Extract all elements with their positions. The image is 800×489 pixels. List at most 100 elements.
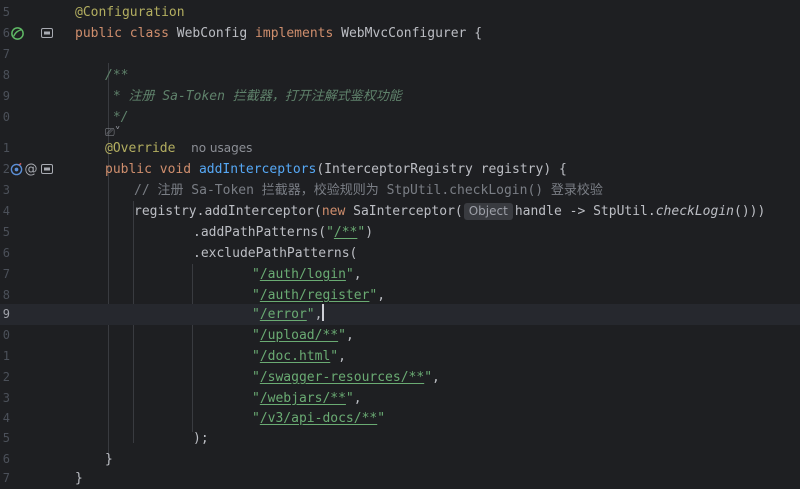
closing-brace: } [75, 471, 83, 486]
code-text: SaInterceptor( [345, 204, 463, 219]
implements-icon[interactable] [40, 162, 54, 176]
interface-name: WebMvcConfigurer [341, 26, 467, 41]
code-line[interactable]: 6 } [0, 449, 800, 470]
string-literal[interactable]: /** [334, 225, 357, 240]
code-line[interactable]: 5 ); [0, 428, 800, 449]
code-text: .excludePathPatterns( [193, 246, 358, 261]
parameter-hint: Object [463, 203, 513, 220]
code-line[interactable]: 4 "/v3/api-docs/**" [0, 408, 800, 429]
code-line[interactable]: 2 "/swagger-resources/**", [0, 367, 800, 388]
doc-comment: 拦截器，打开注解式鉴权功能 [224, 89, 402, 104]
code-text: , [353, 391, 362, 406]
code-editor[interactable]: 5 @Configuration 6 public class WebConfi… [0, 0, 800, 486]
string-quote: " [345, 267, 354, 282]
line-number: 1 [2, 349, 10, 363]
string-literal[interactable]: /auth/login [260, 267, 346, 282]
string-literal[interactable]: /auth/register [260, 288, 370, 303]
code-text: ())) [734, 204, 766, 219]
code-line[interactable]: 5 .addPathPatterns("/**") [0, 222, 800, 243]
line-number: 3 [2, 183, 10, 197]
spring-bean-icon[interactable] [9, 25, 25, 41]
line-number: 2 [2, 370, 10, 384]
code-line[interactable]: 2 @ public void addInterceptors(Intercep… [0, 159, 800, 180]
code-line[interactable]: 4 registry.addInterceptor(new SaIntercep… [0, 201, 800, 222]
code-line[interactable]: 0 "/upload/**", [0, 325, 800, 346]
line-number: 6 [2, 246, 10, 260]
line-number: 3 [2, 391, 10, 405]
line-comment: // 注册 Sa-Token 拦截器，校验规则为 StpUtil.checkLo… [134, 183, 603, 198]
doc-comment: /** [105, 68, 129, 83]
override-icon[interactable] [9, 162, 23, 176]
code-line[interactable]: 6 public class WebConfig implements WebM… [0, 23, 800, 44]
code-line-current[interactable]: 9 "/error", [0, 304, 800, 325]
line-number: 9 [2, 307, 10, 321]
string-quote: " [252, 370, 260, 385]
code-line[interactable]: 1 "/doc.html", [0, 346, 800, 367]
keyword: implements [255, 26, 334, 41]
string-literal[interactable]: /webjars/** [260, 391, 346, 406]
line-number: 6 [2, 452, 10, 466]
code-text: handle -> StpUtil. [514, 204, 656, 219]
string-literal[interactable]: /upload/** [260, 328, 338, 343]
code-line[interactable]: 7 "/auth/login", [0, 264, 800, 285]
code-line[interactable]: 8 /** [0, 65, 800, 86]
string-literal[interactable]: /doc.html [260, 349, 330, 364]
string-literal[interactable]: /v3/api-docs/** [260, 411, 377, 426]
code-text: , [353, 267, 362, 282]
code-text: , [314, 307, 323, 322]
line-number: 5 [2, 225, 10, 239]
brace: { [474, 26, 483, 41]
closing-brace: } [105, 452, 113, 467]
code-line[interactable]: 7 [0, 44, 800, 65]
string-quote: " [424, 370, 433, 385]
code-text: , [377, 288, 386, 303]
line-number: 5 [2, 431, 10, 445]
keyword: class [129, 26, 169, 41]
code-line[interactable]: 7 } [0, 468, 800, 486]
implements-icon[interactable] [40, 26, 54, 40]
doc-comment: */ [105, 110, 129, 125]
text-caret [322, 304, 325, 321]
doc-comment: * 注册 [105, 89, 163, 104]
usages-hint[interactable]: no usages [191, 141, 252, 155]
method-name: addInterceptors [198, 162, 317, 177]
code-line[interactable]: 3 "/webjars/**", [0, 388, 800, 409]
code-text: ) [365, 225, 374, 240]
method-signature: (InterceptorRegistry registry) { [316, 162, 567, 177]
keyword: public [75, 26, 122, 41]
string-quote: " [252, 349, 260, 364]
code-text: , [338, 349, 346, 364]
line-number: 7 [2, 47, 10, 61]
code-line[interactable]: 9 * 注册 Sa-Token 拦截器，打开注解式鉴权功能 [0, 86, 800, 107]
string-quote: " [306, 307, 315, 322]
line-number: 5 [2, 5, 10, 19]
reader-mode-hint-icon[interactable]: ⎚˅ [105, 125, 121, 139]
line-number: 1 [2, 141, 10, 155]
string-quote: " [330, 349, 339, 364]
code-line[interactable]: 5 @Configuration [0, 2, 800, 23]
line-number: 4 [2, 204, 10, 218]
doc-comment-code: Sa-Token [162, 89, 225, 104]
keyword: public [105, 162, 152, 177]
code-line[interactable]: 6 .excludePathPatterns( [0, 243, 800, 264]
class-name: WebConfig [176, 26, 248, 41]
string-literal[interactable]: /error [260, 307, 307, 322]
code-text: registry.addInterceptor( [134, 204, 322, 219]
line-number: 4 [2, 411, 10, 425]
string-quote: " [345, 391, 354, 406]
annotation-icon[interactable]: @ [24, 161, 38, 177]
string-quote: " [252, 391, 260, 406]
string-quote: " [377, 411, 386, 426]
string-quote: " [338, 328, 346, 343]
line-number: 9 [2, 89, 10, 103]
string-quote: " [252, 307, 260, 322]
keyword: void [159, 162, 192, 177]
static-method: checkLogin [655, 204, 734, 219]
code-text: , [345, 328, 354, 343]
string-quote: " [252, 267, 260, 282]
code-line[interactable]: 3 // 注册 Sa-Token 拦截器，校验规则为 StpUtil.check… [0, 180, 800, 201]
code-line[interactable]: 1 @Override no usages [0, 138, 800, 159]
string-quote: " [252, 328, 260, 343]
code-line[interactable]: 8 "/auth/register", [0, 285, 800, 306]
string-literal[interactable]: /swagger-resources/** [260, 370, 424, 385]
